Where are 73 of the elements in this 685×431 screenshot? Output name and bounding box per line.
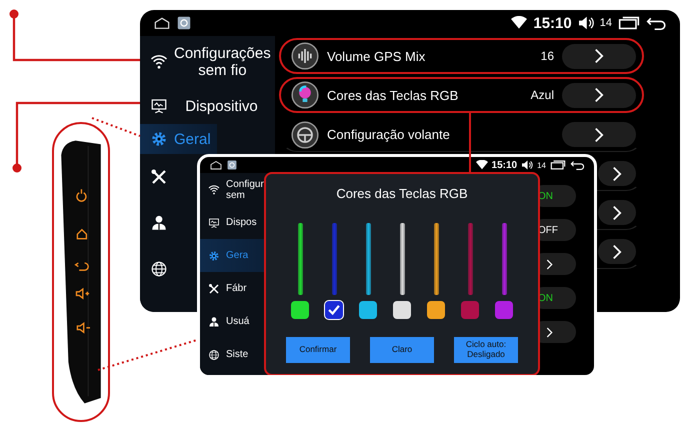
highlighted-setting-row[interactable]: Cores das Teclas RGB Azul — [279, 77, 644, 113]
checkmark-icon — [327, 303, 341, 317]
chevron-icon — [546, 258, 553, 270]
speaker-icon — [521, 160, 534, 170]
color-bar — [502, 223, 506, 295]
color-swatch[interactable] — [461, 301, 479, 319]
color-swatch[interactable] — [495, 301, 513, 319]
sidebar-item[interactable]: Geral — [140, 124, 217, 154]
gear-icon — [150, 130, 168, 148]
wifi-signal-icon — [511, 16, 528, 30]
dialog-button[interactable]: Claro — [370, 337, 434, 363]
speaker-icon — [578, 16, 594, 30]
user-icon — [208, 316, 220, 328]
settings-app-icon[interactable] — [226, 160, 238, 170]
gear-icon — [208, 250, 220, 262]
sidebar-item[interactable]: Dispositivo — [140, 88, 275, 124]
color-bar — [468, 223, 472, 295]
recent-apps-icon[interactable] — [550, 160, 566, 170]
setting-label: Configuração volante — [327, 127, 450, 142]
tools-icon — [150, 168, 168, 186]
volume-level: 14 — [600, 17, 612, 29]
equalizer-icon — [291, 42, 319, 70]
color-bar — [298, 223, 302, 295]
color-bar — [332, 223, 336, 295]
lightbulb-icon — [291, 81, 319, 109]
wifi-icon — [208, 184, 220, 196]
dialog-title: Cores das Teclas RGB — [336, 186, 468, 201]
color-bar — [400, 223, 404, 295]
arrow-button[interactable] — [598, 239, 636, 264]
highlighted-setting-row[interactable]: Volume GPS Mix 16 — [279, 38, 644, 74]
setting-value: Azul — [530, 88, 554, 102]
setting-row[interactable]: Configuração volante — [279, 116, 644, 152]
chevron-icon — [594, 87, 604, 103]
setting-label: Volume GPS Mix — [327, 48, 426, 64]
dotted-leader-line — [90, 116, 142, 138]
color-swatch[interactable] — [325, 301, 343, 319]
color-swatch[interactable] — [359, 301, 377, 319]
color-swatch[interactable] — [427, 301, 445, 319]
chevron-icon — [612, 244, 622, 260]
setting-label: Cores das Teclas RGB — [327, 88, 458, 102]
chevron-icon — [546, 326, 553, 338]
dialog-button[interactable]: Ciclo auto: Desligado — [454, 337, 518, 363]
globe-icon — [208, 348, 220, 360]
arrow-button[interactable] — [598, 161, 636, 186]
chevron-icon — [612, 166, 622, 182]
arrow-button[interactable] — [598, 200, 636, 225]
back-icon[interactable] — [646, 16, 668, 30]
sidebar-item[interactable]: Configurações sem fio — [140, 36, 275, 88]
volume-level: 14 — [537, 160, 546, 170]
color-bar — [434, 223, 438, 295]
steering-wheel-icon — [291, 120, 319, 148]
settings-app-icon[interactable] — [176, 16, 192, 30]
chevron-icon — [594, 126, 604, 142]
color-swatch[interactable] — [291, 301, 309, 319]
wifi-signal-icon — [476, 160, 488, 170]
tools-icon — [208, 282, 220, 294]
clock-time: 15:10 — [533, 14, 572, 32]
setting-value: 16 — [540, 49, 554, 63]
color-bar — [366, 223, 370, 295]
back-icon[interactable] — [570, 160, 586, 170]
color-swatch[interactable] — [393, 301, 411, 319]
monitor-icon — [150, 97, 168, 115]
chevron-icon — [594, 48, 604, 64]
home-icon[interactable] — [154, 16, 170, 30]
globe-icon — [150, 260, 168, 278]
user-icon — [150, 214, 168, 232]
home-icon[interactable] — [210, 160, 222, 170]
recent-apps-icon[interactable] — [618, 16, 640, 30]
dialog-button[interactable]: Confirmar — [286, 337, 350, 363]
chevron-icon — [612, 204, 622, 220]
wifi-icon — [150, 53, 168, 71]
monitor-icon — [208, 216, 220, 228]
clock-time: 15:10 — [492, 160, 518, 170]
